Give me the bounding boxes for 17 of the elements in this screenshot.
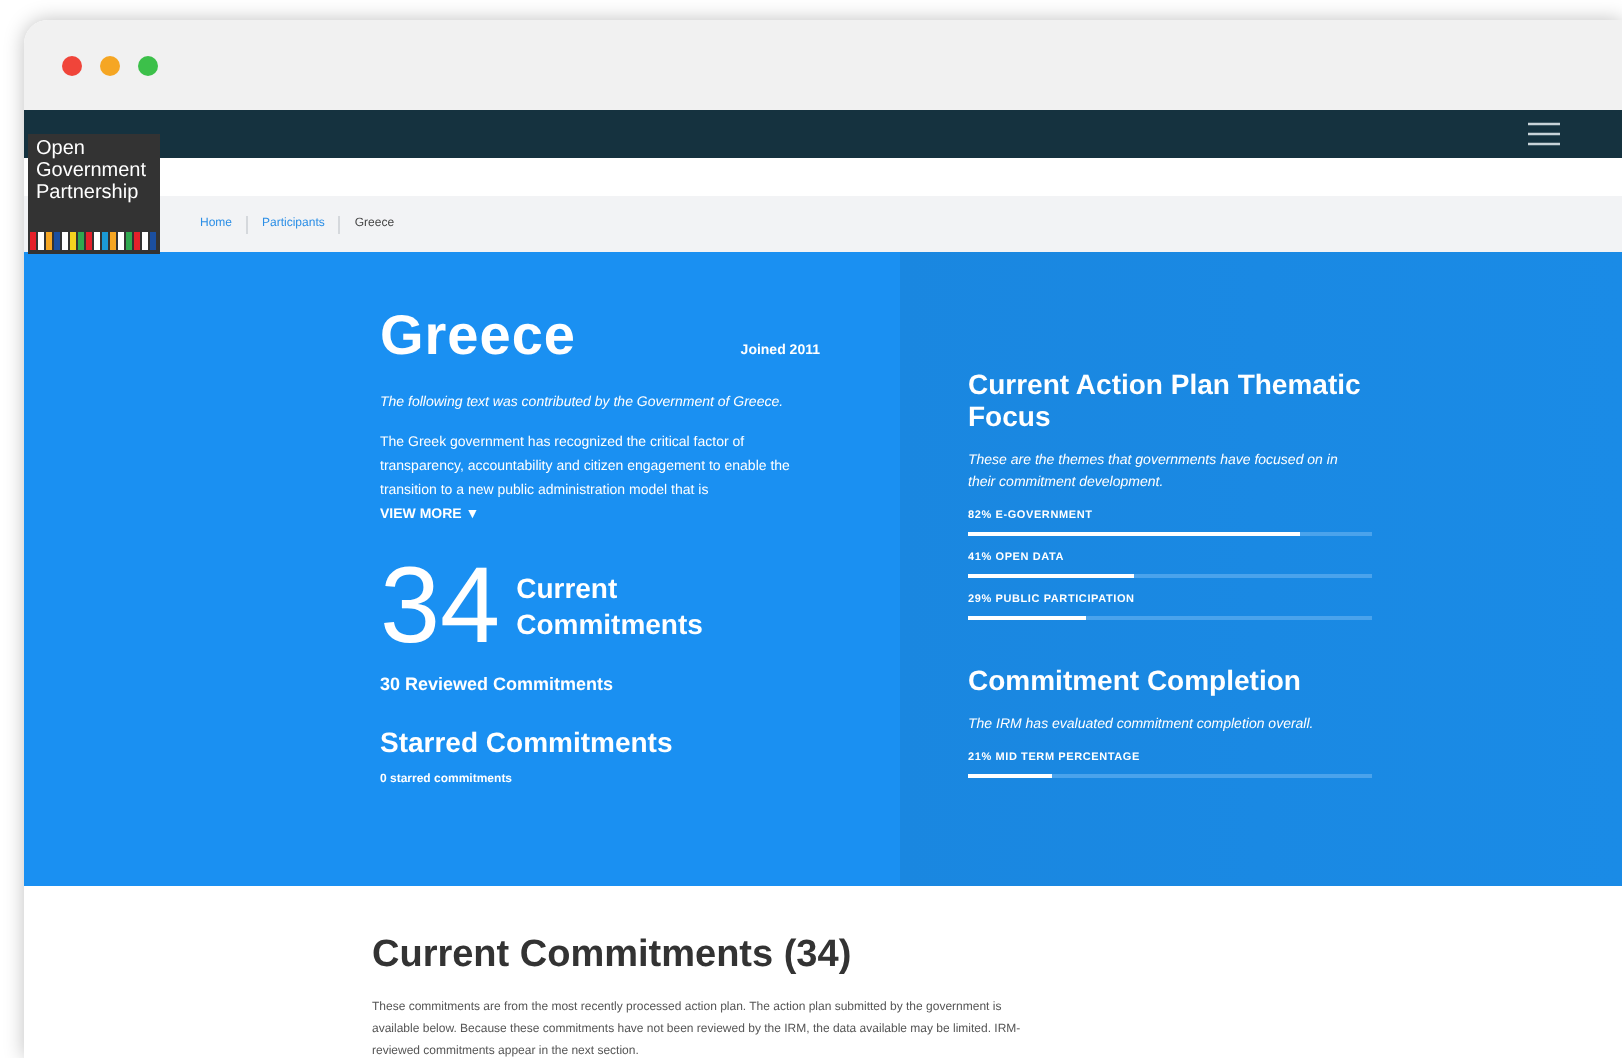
- thematic-title: Current Action Plan Thematic Focus: [968, 368, 1363, 432]
- completion-title: Commitment Completion: [968, 664, 1303, 696]
- logo-text: Government: [36, 160, 149, 182]
- logo-text: Partnership: [36, 182, 141, 204]
- starred-title: Starred Commitments: [380, 726, 675, 758]
- minimize-dot-icon[interactable]: [100, 55, 120, 75]
- commitment-count: 34: [380, 554, 501, 658]
- color-stripes-icon: [30, 232, 158, 250]
- menu-icon[interactable]: [1528, 122, 1560, 146]
- country-title: Greece: [380, 304, 576, 368]
- close-dot-icon[interactable]: [62, 55, 82, 75]
- logo[interactable]: Open Government Partnership: [28, 134, 160, 254]
- reviewed-count: 30 Reviewed Commitments: [380, 674, 616, 694]
- logo-text: Open: [36, 138, 87, 160]
- commitment-count-label: Current Commitments: [516, 570, 705, 642]
- section-title: Current Commitments (34): [372, 934, 854, 978]
- maximize-dot-icon[interactable]: [138, 55, 158, 75]
